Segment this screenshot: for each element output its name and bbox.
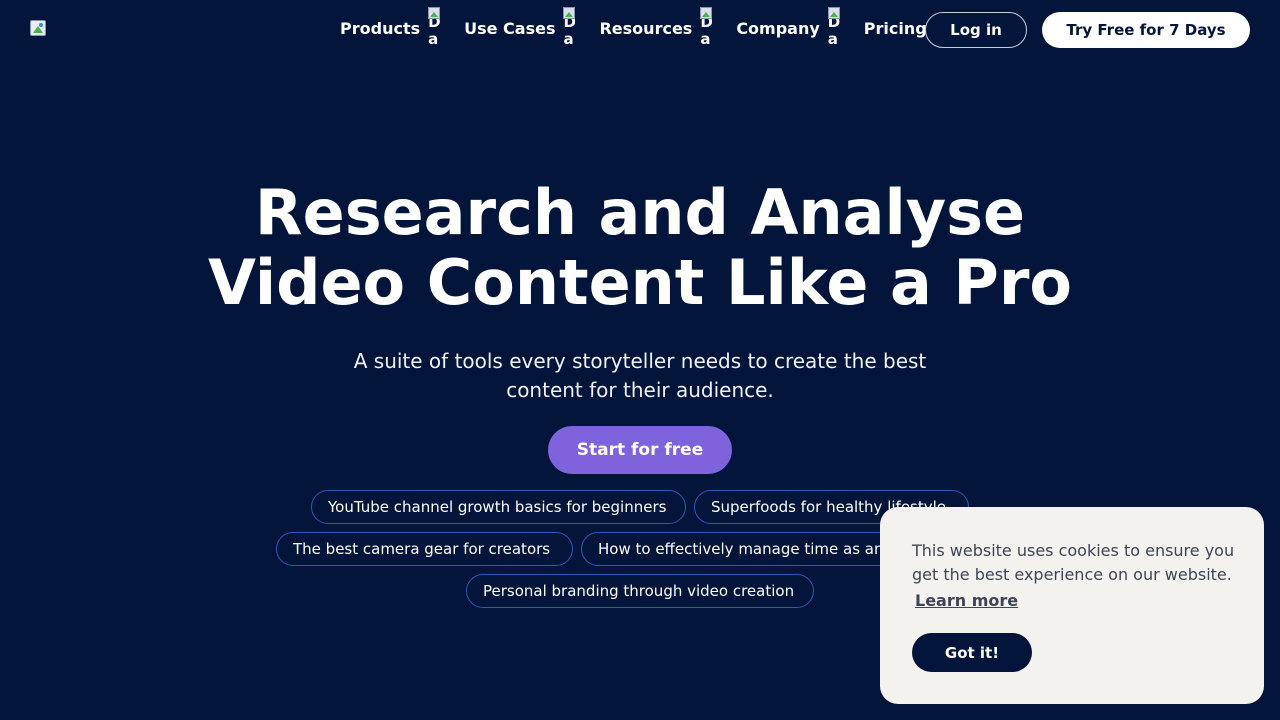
dropdown-arrow-icon: D a xyxy=(563,6,576,50)
suggestion-chip[interactable]: Personal branding through video creation xyxy=(466,574,814,608)
broken-image-icon xyxy=(827,7,840,19)
nav-label: Resources xyxy=(599,19,693,38)
nav-item-products[interactable]: Products D a xyxy=(340,6,441,52)
alt-text-line: a xyxy=(827,30,838,48)
main-nav: Products D a Use Cases D a Resources D a xyxy=(340,6,927,52)
hero-title-line: Video Content Like a Pro xyxy=(207,246,1073,319)
nav-item-company[interactable]: Company D a xyxy=(736,6,840,52)
start-for-free-button[interactable]: Start for free xyxy=(548,426,732,474)
nav-item-resources[interactable]: Resources D a xyxy=(599,6,713,52)
broken-image-icon xyxy=(700,7,713,19)
dropdown-arrow-icon: D a xyxy=(827,6,840,50)
dropdown-arrow-icon: D a xyxy=(428,6,441,50)
suggestion-chip[interactable]: The best camera gear for creators xyxy=(276,532,573,566)
hero-subtitle: A suite of tools every storyteller needs… xyxy=(353,349,927,402)
nav-label: Company xyxy=(736,19,820,38)
learn-more-link[interactable]: Learn more xyxy=(915,590,1018,612)
nav-item-use-cases[interactable]: Use Cases D a xyxy=(464,6,576,52)
hero-title-line: Research and Analyse xyxy=(254,176,1026,249)
broken-image-icon xyxy=(563,7,576,19)
login-button[interactable]: Log in xyxy=(925,12,1027,48)
got-it-button[interactable]: Got it! xyxy=(912,633,1032,672)
suggestion-chip[interactable]: YouTube channel growth basics for beginn… xyxy=(311,490,686,524)
free-trial-button[interactable]: Try Free for 7 Days xyxy=(1042,12,1250,48)
suggestion-chip[interactable]: How to effectively manage time as an ent… xyxy=(581,532,921,566)
nav-item-pricing[interactable]: Pricing xyxy=(864,6,927,52)
alt-text-line: a xyxy=(563,30,574,48)
nav-label: Use Cases xyxy=(464,19,556,38)
logo-broken-image-icon[interactable] xyxy=(30,20,46,36)
landing-page: Products D a Use Cases D a Resources D a xyxy=(0,0,1280,720)
nav-label: Pricing xyxy=(863,19,927,38)
dropdown-arrow-icon: D a xyxy=(700,6,713,50)
alt-text-line: a xyxy=(700,30,711,48)
nav-label: Products xyxy=(340,19,421,38)
broken-image-icon xyxy=(428,7,441,19)
alt-text-line: a xyxy=(428,30,439,48)
cookie-banner: This website uses cookies to ensure you … xyxy=(880,507,1264,704)
cookie-message: This website uses cookies to ensure you … xyxy=(912,541,1235,584)
hero-title: Research and Analyse Video Content Like … xyxy=(0,178,1280,318)
